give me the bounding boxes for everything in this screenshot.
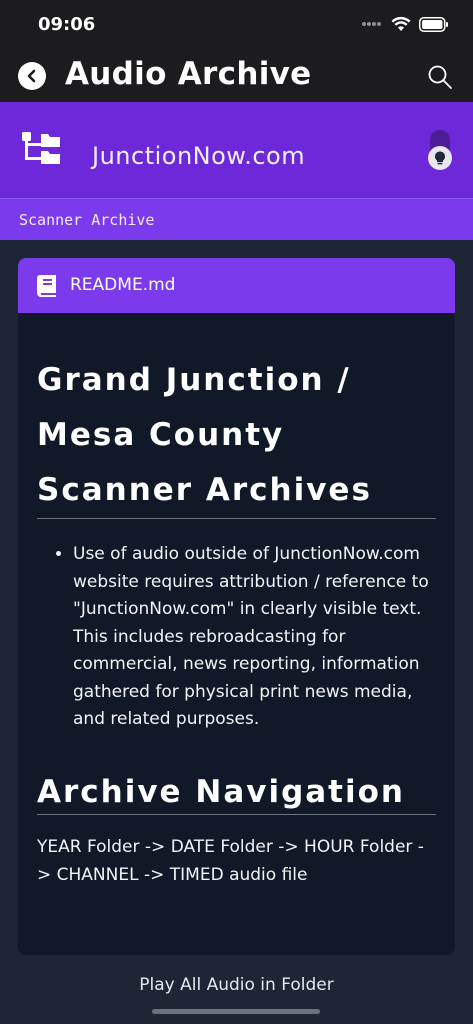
readme-filename: README.md <box>70 275 176 295</box>
signal-dots-icon <box>362 22 381 26</box>
search-button[interactable] <box>427 64 453 90</box>
readme-body: Grand Junction / Mesa County Scanner Arc… <box>18 353 455 889</box>
back-button[interactable] <box>18 62 46 90</box>
divider <box>37 813 436 815</box>
readme-bullets: Use of audio outside of JunctionNow.com … <box>37 541 436 734</box>
section-title: Archive Navigation <box>37 773 405 810</box>
status-bar: 09:06 <box>0 0 473 50</box>
site-header: JunctionNow.com <box>0 102 473 198</box>
play-all-button[interactable]: Play All Audio in Folder <box>0 975 473 995</box>
site-name[interactable]: JunctionNow.com <box>92 142 305 170</box>
book-icon <box>37 275 57 297</box>
chevron-left-icon <box>27 69 36 83</box>
readme-header: README.md <box>18 258 455 313</box>
divider <box>37 518 436 519</box>
theme-toggle[interactable] <box>428 130 452 170</box>
breadcrumb-item[interactable]: Scanner Archive <box>19 211 154 229</box>
breadcrumb: Scanner Archive <box>0 198 473 240</box>
battery-icon <box>419 16 448 32</box>
theme-toggle-knob <box>428 146 452 170</box>
lightbulb-icon <box>435 151 445 165</box>
readme-title: Grand Junction / Mesa County Scanner Arc… <box>37 362 372 508</box>
page-title: Audio Archive <box>65 56 312 92</box>
section-text: YEAR Folder -> DATE Folder -> HOUR Folde… <box>37 836 424 885</box>
app-bar: Audio Archive <box>0 50 473 102</box>
list-item: Use of audio outside of JunctionNow.com … <box>73 541 436 734</box>
home-indicator <box>152 1009 320 1014</box>
wifi-icon <box>391 16 411 31</box>
readme-card: README.md Grand Junction / Mesa County S… <box>18 258 455 955</box>
search-icon <box>428 65 452 89</box>
folder-tree-icon[interactable] <box>22 132 62 168</box>
status-time: 09:06 <box>38 14 96 35</box>
status-icons <box>361 16 449 32</box>
